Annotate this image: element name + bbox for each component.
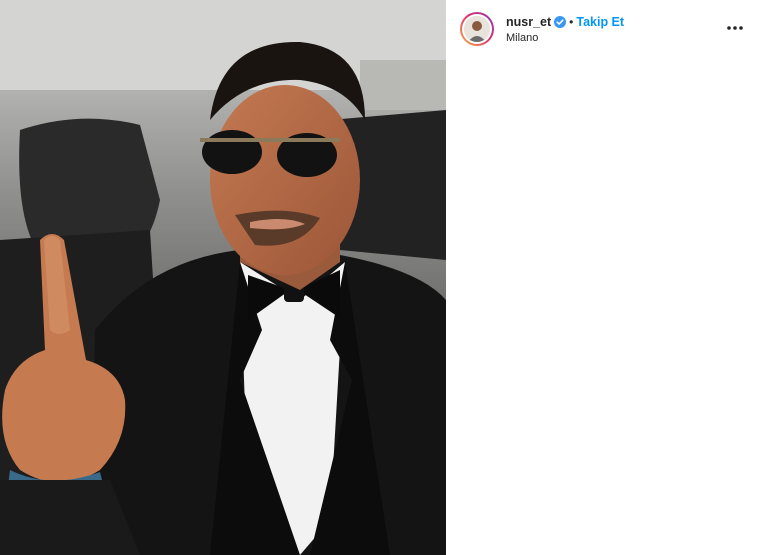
follow-button[interactable]: Takip Et [576,15,624,29]
more-horizontal-icon [727,26,743,30]
verified-badge-icon [554,16,567,28]
post-photo[interactable] [0,0,446,555]
location-link[interactable]: Milano [506,32,538,44]
avatar[interactable] [460,12,494,46]
post-image [0,0,446,555]
profile-picture-icon [464,16,490,42]
user-line: nusr_et • Takip Et [506,14,624,30]
more-options-button[interactable] [722,18,748,38]
post-panel: nusr_et • Takip Et Milano [446,0,758,555]
post-header: nusr_et • Takip Et Milano [446,0,758,60]
separator-dot: • [569,15,574,29]
username-link[interactable]: nusr_et [506,15,551,29]
avatar-ring [462,14,492,44]
avatar-image [464,16,490,42]
